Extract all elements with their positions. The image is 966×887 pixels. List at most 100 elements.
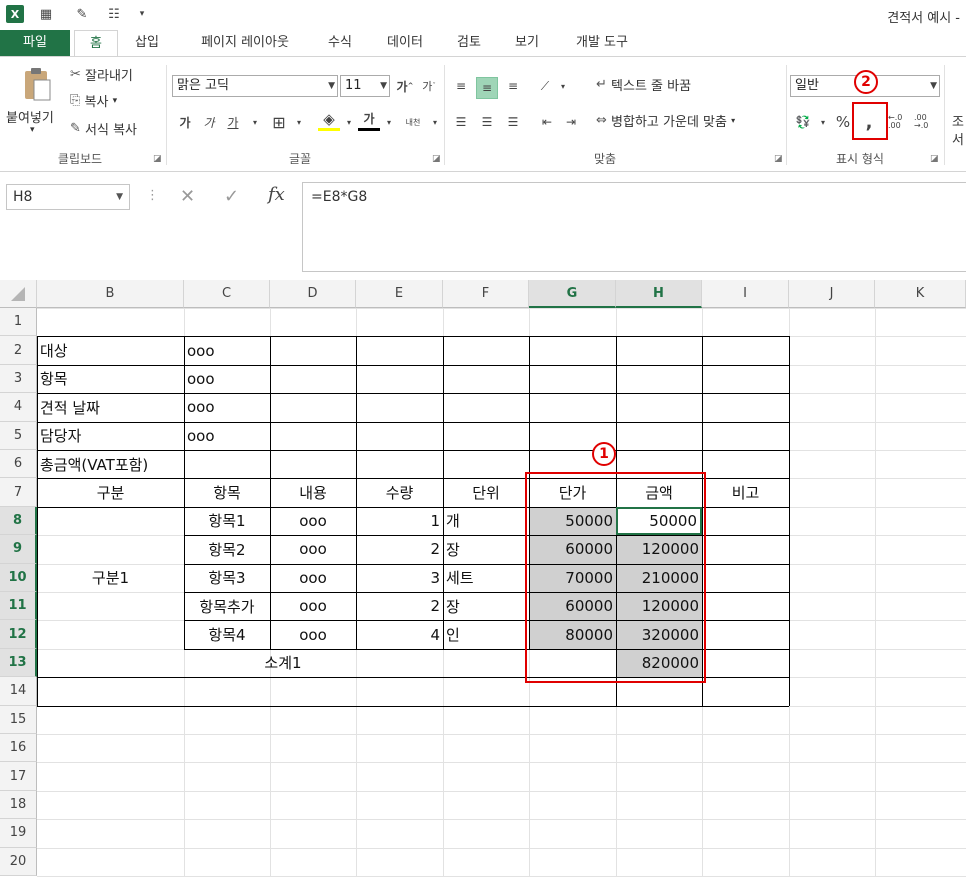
align-center-icon[interactable]: ☰ <box>476 111 498 133</box>
row-header-5[interactable]: 5 <box>0 421 37 450</box>
enter-button[interactable]: ✓ <box>224 186 239 207</box>
item-name-cell[interactable]: 항목4 <box>184 620 270 648</box>
accounting-dropdown-icon[interactable]: ▾ <box>812 111 834 133</box>
row-header-12[interactable]: 12 <box>0 620 37 649</box>
align-bottom-icon[interactable]: ≡ <box>502 75 524 97</box>
decrease-indent-icon[interactable]: ⇤ <box>536 111 558 133</box>
info-label-cell[interactable]: 항목 <box>37 365 184 393</box>
column-header-b[interactable]: B <box>37 280 184 308</box>
row-header-6[interactable]: 6 <box>0 450 37 479</box>
row-header-8[interactable]: 8 <box>0 506 37 536</box>
tab-data[interactable]: 데이터 <box>372 30 438 56</box>
clipboard-launcher-icon[interactable]: ◪ <box>153 154 162 164</box>
info-value-cell[interactable]: ooo <box>184 422 270 450</box>
item-name-cell[interactable]: 항목3 <box>184 564 270 592</box>
info-label-cell[interactable]: 대상 <box>37 336 184 364</box>
row-header-16[interactable]: 16 <box>0 734 37 763</box>
header-cell-i[interactable]: 비고 <box>702 478 789 506</box>
font-size-select[interactable]: 11 ▼ <box>340 75 390 97</box>
item-qty-cell[interactable]: 3 <box>356 564 443 592</box>
decrease-decimal-button[interactable]: .00 →.0 <box>914 111 936 133</box>
paste-button[interactable]: 붙여넣기 <box>6 107 54 126</box>
align-left-icon[interactable]: ☰ <box>450 111 472 133</box>
header-cell-d[interactable]: 내용 <box>270 478 356 506</box>
info-value-cell[interactable] <box>184 450 270 478</box>
column-header-k[interactable]: K <box>875 280 966 308</box>
info-label-cell[interactable]: 총금액(VAT포함) <box>37 450 184 478</box>
phonetic-button[interactable]: 내천 <box>402 111 424 133</box>
fill-color-icon[interactable]: ◈ <box>318 109 340 131</box>
row-header-18[interactable]: 18 <box>0 790 37 820</box>
item-content-cell[interactable]: ooo <box>270 620 356 648</box>
conditional-format-label-bottom[interactable]: 서 <box>952 129 964 148</box>
row-header-14[interactable]: 14 <box>0 677 37 706</box>
item-qty-cell[interactable]: 2 <box>356 592 443 620</box>
increase-decimal-button[interactable]: ←.0 .00 <box>888 111 910 133</box>
item-name-cell[interactable]: 항목추가 <box>184 592 270 620</box>
merge-center-button[interactable]: ⇔ 병합하고 가운데 맞춤 ▾ <box>596 111 735 130</box>
formula-input[interactable]: =E8*G8 <box>302 182 966 272</box>
tab-insert[interactable]: 삽입 <box>122 30 172 56</box>
underline-button[interactable]: 가 <box>222 111 244 133</box>
font-color-dropdown-icon[interactable]: ▾ <box>378 111 400 133</box>
accounting-format-icon[interactable]: 💱 <box>792 111 814 133</box>
item-qty-cell[interactable]: 1 <box>356 507 443 535</box>
insert-function-button[interactable]: fx <box>268 184 285 205</box>
info-label-cell[interactable]: 담당자 <box>37 422 184 450</box>
grid-icon[interactable]: ☷ <box>104 4 124 24</box>
tab-review[interactable]: 검토 <box>444 30 494 56</box>
subtotal-label-cell[interactable]: 소계1 <box>37 649 529 677</box>
item-unit-cell[interactable]: 장 <box>443 592 529 620</box>
select-all-corner[interactable] <box>0 280 37 308</box>
item-content-cell[interactable]: ooo <box>270 564 356 592</box>
underline-dropdown-icon[interactable]: ▾ <box>244 111 266 133</box>
increase-indent-icon[interactable]: ⇥ <box>560 111 582 133</box>
tab-file[interactable]: 파일 <box>0 30 70 56</box>
phonetic-dropdown-icon[interactable]: ▾ <box>424 111 446 133</box>
alignment-launcher-icon[interactable]: ◪ <box>774 154 783 164</box>
info-value-cell[interactable]: ooo <box>184 336 270 364</box>
paste-dropdown-icon[interactable]: ▾ <box>30 125 35 135</box>
item-name-cell[interactable]: 항목2 <box>184 535 270 563</box>
item-unit-cell[interactable]: 개 <box>443 507 529 535</box>
cut-button[interactable]: ✂ 잘라내기 <box>70 65 133 84</box>
italic-button[interactable]: 가 <box>198 111 220 133</box>
font-launcher-icon[interactable]: ◪ <box>432 154 441 164</box>
item-qty-cell[interactable]: 2 <box>356 535 443 563</box>
column-header-i[interactable]: I <box>702 280 789 308</box>
item-qty-cell[interactable]: 4 <box>356 620 443 648</box>
column-header-e[interactable]: E <box>356 280 443 308</box>
font-name-select[interactable]: 맑은 고딕 ▼ <box>172 75 338 97</box>
row-header-13[interactable]: 13 <box>0 648 37 678</box>
item-content-cell[interactable]: ooo <box>270 592 356 620</box>
percent-button[interactable]: % <box>832 111 854 133</box>
format-painter-button[interactable]: ✎ 서식 복사 <box>70 119 137 138</box>
row-header-20[interactable]: 20 <box>0 847 37 876</box>
item-content-cell[interactable]: ooo <box>270 535 356 563</box>
row-header-19[interactable]: 19 <box>0 819 37 848</box>
header-cell-e[interactable]: 수량 <box>356 478 443 506</box>
item-unit-cell[interactable]: 세트 <box>443 564 529 592</box>
tab-formulas[interactable]: 수식 <box>316 30 364 56</box>
grow-font-button[interactable]: 가 ^ <box>394 75 416 97</box>
borders-icon[interactable]: ⊞ <box>268 111 290 133</box>
header-cell-b[interactable]: 구분 <box>37 478 184 506</box>
row-header-9[interactable]: 9 <box>0 535 37 564</box>
cancel-button[interactable]: ✕ <box>180 186 195 207</box>
item-unit-cell[interactable]: 인 <box>443 620 529 648</box>
item-unit-cell[interactable]: 장 <box>443 535 529 563</box>
row-header-11[interactable]: 11 <box>0 592 37 621</box>
orientation-dropdown-icon[interactable]: ▾ <box>552 75 574 97</box>
fill-color-dropdown-icon[interactable]: ▾ <box>338 111 360 133</box>
column-header-d[interactable]: D <box>270 280 356 308</box>
conditional-format-label-top[interactable]: 조 <box>952 111 964 130</box>
wrap-text-button[interactable]: ↵ 텍스트 줄 바꿈 <box>596 75 691 94</box>
column-header-c[interactable]: C <box>184 280 270 308</box>
tab-page-layout[interactable]: 페이지 레이아웃 <box>180 30 310 56</box>
number-launcher-icon[interactable]: ◪ <box>930 154 939 164</box>
name-box[interactable]: H8 ▼ <box>6 184 130 210</box>
format-painter-icon[interactable]: ✎ <box>72 4 92 24</box>
row-header-7[interactable]: 7 <box>0 478 37 507</box>
row-header-2[interactable]: 2 <box>0 336 37 365</box>
group-label-cell[interactable]: 구분1 <box>37 507 184 649</box>
